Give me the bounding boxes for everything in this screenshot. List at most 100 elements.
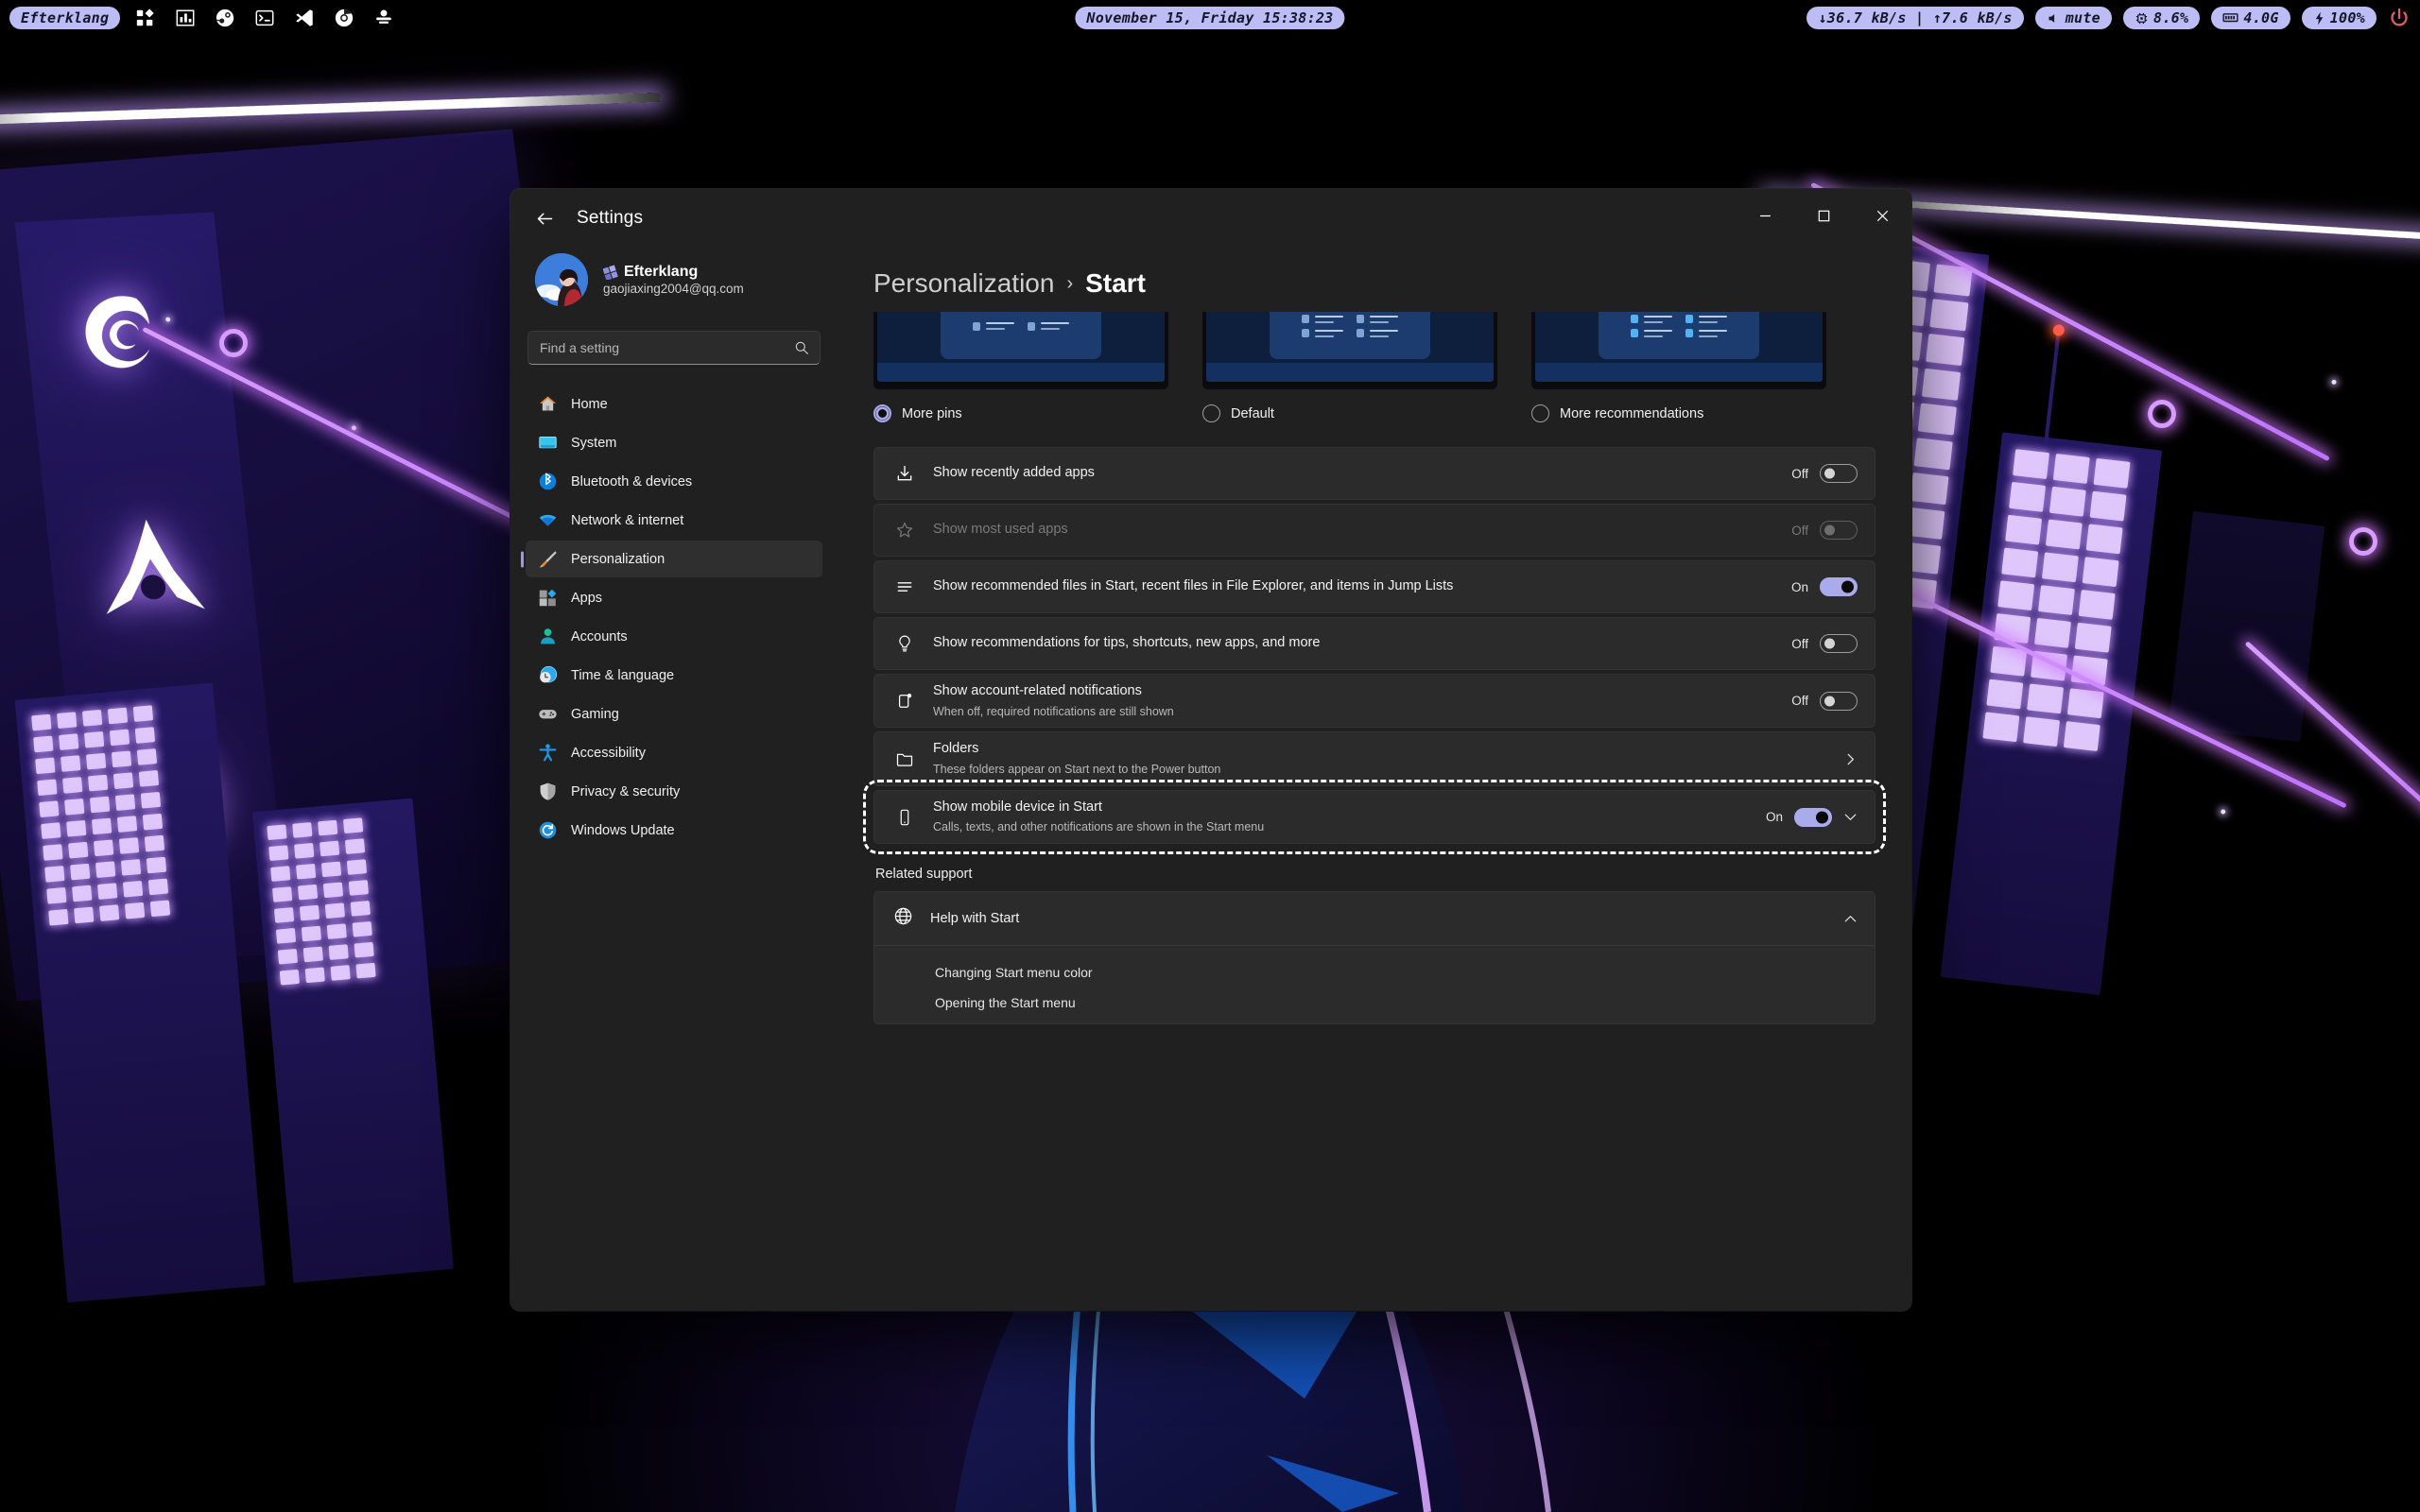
antenna bbox=[2044, 334, 2061, 442]
minimize-button[interactable] bbox=[1736, 189, 1794, 242]
clock-label: November 15, Friday 15:38:23 bbox=[1086, 9, 1334, 26]
sidebar-item-apps[interactable]: Apps bbox=[526, 579, 822, 616]
chevron-up-icon[interactable] bbox=[1843, 912, 1858, 926]
topbar-clock-group: November 15, Friday 15:38:23 bbox=[1075, 7, 1345, 29]
sidebar-item-label: Network & internet bbox=[571, 512, 684, 528]
help-globe-icon bbox=[893, 906, 913, 931]
maximize-button[interactable] bbox=[1794, 189, 1853, 242]
network-speed-pill[interactable]: ↓36.7 kB/s | ↑7.6 kB/s bbox=[1806, 7, 2024, 29]
window-body: Efterklang gaojiaxing2004@qq.com Find a … bbox=[510, 248, 1911, 1311]
row-controls: On bbox=[1762, 807, 1858, 827]
sidebar-item-personalization[interactable]: Personalization bbox=[526, 541, 822, 577]
steam-icon[interactable] bbox=[215, 8, 235, 28]
terminal-icon[interactable] bbox=[254, 8, 275, 28]
layout-option-label: More pins bbox=[902, 405, 962, 421]
apps-grid-icon[interactable] bbox=[135, 8, 156, 28]
row-show-account-related-notifications[interactable]: Show account-related notifications When … bbox=[873, 674, 1876, 729]
help-link-changing-start-menu-color[interactable]: Changing Start menu color bbox=[874, 957, 1875, 988]
star-dot bbox=[351, 425, 357, 431]
close-button[interactable] bbox=[1853, 189, 1911, 242]
sidebar-item-network-internet[interactable]: Network & internet bbox=[526, 502, 822, 539]
chevron-right-icon[interactable] bbox=[1843, 752, 1858, 766]
toggle-show-recommended-files[interactable] bbox=[1820, 577, 1858, 596]
help-link-opening-the-start-menu[interactable]: Opening the Start menu bbox=[874, 988, 1875, 1018]
bolt-icon bbox=[2315, 11, 2323, 25]
back-button[interactable] bbox=[524, 199, 565, 237]
clock-pill[interactable]: November 15, Friday 15:38:23 bbox=[1075, 7, 1345, 29]
row-text: Show most used apps bbox=[933, 513, 1771, 547]
sidebar-item-gaming[interactable]: Gaming bbox=[526, 696, 822, 732]
radio-default[interactable] bbox=[1202, 404, 1220, 422]
personalization-icon bbox=[537, 549, 558, 570]
page-title: Start bbox=[1085, 268, 1146, 298]
sidebar-item-home[interactable]: Home bbox=[526, 386, 822, 422]
chevron-down-icon[interactable] bbox=[1843, 810, 1858, 824]
row-subtitle: When off, required notifications are sti… bbox=[933, 704, 1174, 718]
workspace-label: Efterklang bbox=[21, 9, 110, 26]
radio-more-pins[interactable] bbox=[873, 404, 891, 422]
accounts-icon bbox=[537, 627, 558, 647]
mobile-device-icon bbox=[893, 808, 916, 827]
topbar-tray-icons bbox=[135, 8, 394, 28]
sidebar-item-privacy-security[interactable]: Privacy & security bbox=[526, 773, 822, 810]
row-show-recommendations-tips[interactable]: Show recommendations for tips, shortcuts… bbox=[873, 617, 1876, 670]
sidebar-item-label: Apps bbox=[571, 590, 603, 606]
row-controls: Off bbox=[1788, 634, 1858, 653]
breadcrumb-parent[interactable]: Personalization bbox=[873, 268, 1054, 299]
cpu-pill[interactable]: 8.6% bbox=[2123, 7, 2201, 29]
printer-icon[interactable] bbox=[373, 8, 394, 28]
topbar-right-group: ↓36.7 kB/s | ↑7.6 kB/s mute 8.6% 4.0G 10… bbox=[1806, 7, 2411, 29]
sidebar-item-bluetooth-devices[interactable]: Bluetooth & devices bbox=[526, 463, 822, 500]
workspace-pill[interactable]: Efterklang bbox=[9, 7, 121, 29]
toggle-show-recommendations-tips[interactable] bbox=[1820, 634, 1858, 653]
sidebar-item-accessibility[interactable]: Accessibility bbox=[526, 734, 822, 771]
list-icon bbox=[893, 577, 916, 596]
layout-radio-row[interactable]: More pins bbox=[873, 404, 1168, 422]
memory-pill[interactable]: 4.0G bbox=[2211, 7, 2290, 29]
toggle-show-mobile-device-in-start[interactable] bbox=[1794, 807, 1832, 827]
network-speed-label: ↓36.7 kB/s | ↑7.6 kB/s bbox=[1818, 9, 2013, 26]
help-with-start-header[interactable]: Help with Start bbox=[874, 892, 1875, 945]
layout-option-label: More recommendations bbox=[1560, 405, 1704, 421]
building bbox=[14, 682, 266, 1303]
power-button[interactable] bbox=[2388, 7, 2411, 29]
row-text: Folders These folders appear on Start ne… bbox=[933, 732, 1826, 784]
building bbox=[1940, 432, 2163, 995]
window-title: Settings bbox=[577, 208, 644, 228]
download-icon bbox=[893, 464, 916, 483]
row-show-recommended-files[interactable]: Show recommended files in Start, recent … bbox=[873, 560, 1876, 613]
sidebar-item-accounts[interactable]: Accounts bbox=[526, 618, 822, 655]
row-folders[interactable]: Folders These folders appear on Start ne… bbox=[873, 731, 1876, 786]
settings-rows: Show recently added apps Off Show most u… bbox=[863, 447, 1886, 855]
volume-pill[interactable]: mute bbox=[2034, 7, 2113, 29]
search-icon bbox=[795, 341, 808, 354]
star-icon bbox=[893, 521, 916, 540]
sidebar-item-system[interactable]: System bbox=[526, 424, 822, 461]
row-show-recently-added-apps[interactable]: Show recently added apps Off bbox=[873, 447, 1876, 500]
stats-chart-icon[interactable] bbox=[175, 8, 196, 28]
sidebar-item-time-language[interactable]: Time & language bbox=[526, 657, 822, 694]
radio-more-recommendations[interactable] bbox=[1531, 404, 1549, 422]
toggle-show-account-related-notifications[interactable] bbox=[1820, 691, 1858, 711]
building bbox=[2169, 510, 2325, 743]
battery-pill[interactable]: 100% bbox=[2301, 7, 2377, 29]
account-card[interactable]: Efterklang gaojiaxing2004@qq.com bbox=[526, 248, 822, 306]
layout-radio-row[interactable]: Default bbox=[1202, 404, 1497, 422]
row-controls bbox=[1843, 752, 1858, 766]
account-email: gaojiaxing2004@qq.com bbox=[603, 282, 744, 296]
window-controls bbox=[1736, 189, 1911, 248]
vscode-icon[interactable] bbox=[294, 8, 315, 28]
thumbnail-tiles bbox=[1631, 315, 1727, 338]
thumbnail-tiles bbox=[973, 321, 1069, 331]
layout-radio-row[interactable]: More recommendations bbox=[1531, 404, 1826, 422]
toggle-show-recently-added-apps[interactable] bbox=[1820, 464, 1858, 483]
row-text: Help with Start bbox=[930, 902, 1826, 936]
search-input[interactable] bbox=[528, 332, 820, 364]
system-topbar: Efterklang November 15, Friday 15:38:23 … bbox=[0, 0, 2420, 36]
search-box[interactable] bbox=[527, 331, 821, 365]
toggle-state-label: Off bbox=[1791, 523, 1808, 538]
row-title: Show recommended files in Start, recent … bbox=[933, 578, 1454, 594]
chrome-icon[interactable] bbox=[334, 8, 354, 28]
row-show-mobile-device-in-start[interactable]: Show mobile device in Start Calls, texts… bbox=[863, 779, 1886, 855]
sidebar-item-windows-update[interactable]: Windows Update bbox=[526, 812, 822, 849]
